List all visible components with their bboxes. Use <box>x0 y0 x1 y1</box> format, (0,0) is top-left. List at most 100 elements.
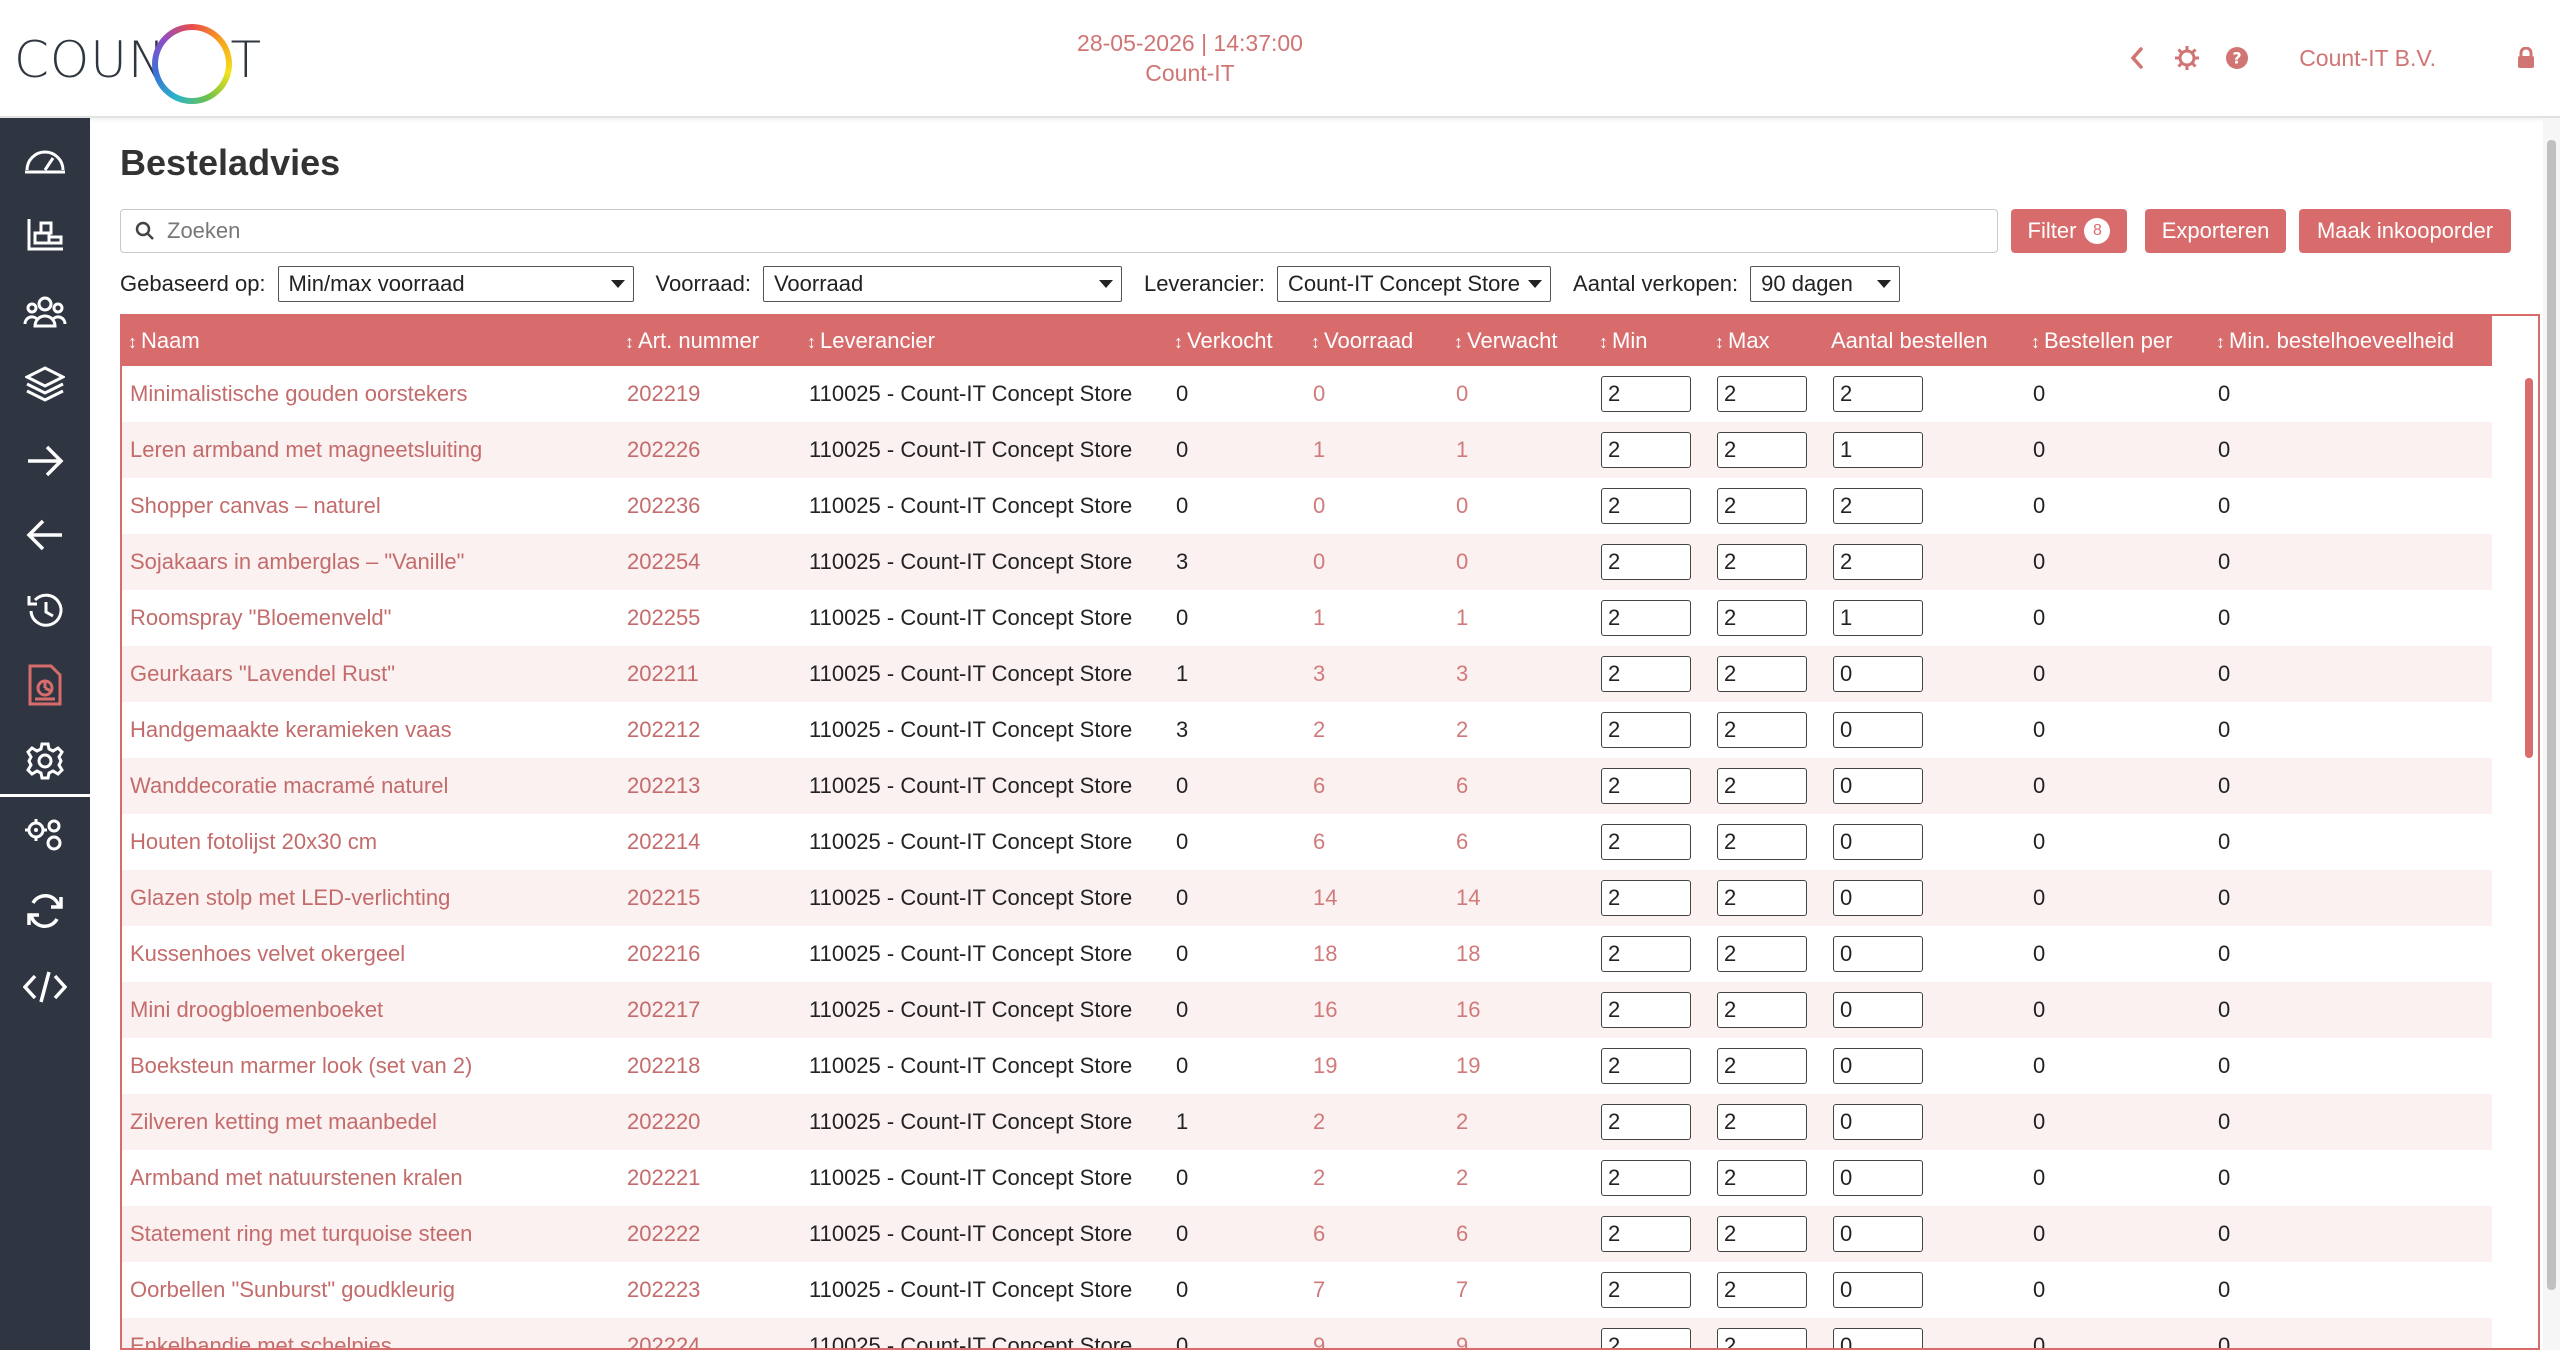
max-input[interactable]: 2 <box>1717 488 1807 524</box>
sales-period-select[interactable]: 90 dagen <box>1750 266 1901 302</box>
article-number-link[interactable]: 202218 <box>627 1053 700 1078</box>
table-row[interactable]: Sojakaars in amberglas – "Vanille" 202254… <box>122 534 2492 590</box>
column-header-order-per[interactable]: ↕ Bestellen per <box>2025 316 2210 366</box>
stock-link[interactable]: 6 <box>1313 1221 1325 1246</box>
stock-select[interactable]: Voorraad <box>762 266 1122 302</box>
product-name-link[interactable]: Handgemaakte keramieken vaas <box>130 717 452 742</box>
article-number-link[interactable]: 202214 <box>627 829 700 854</box>
order-quantity-input[interactable]: 0 <box>1833 880 1923 916</box>
expected-link[interactable]: 1 <box>1456 605 1468 630</box>
stock-link[interactable]: 9 <box>1313 1333 1325 1348</box>
min-input[interactable]: 2 <box>1601 992 1691 1028</box>
product-name-link[interactable]: Boeksteun marmer look (set van 2) <box>130 1053 472 1078</box>
article-number-link[interactable]: 202226 <box>627 437 700 462</box>
article-number-link[interactable]: 202254 <box>627 549 700 574</box>
stock-link[interactable]: 1 <box>1313 605 1325 630</box>
expected-link[interactable]: 0 <box>1456 493 1468 518</box>
table-row[interactable]: Boeksteun marmer look (set van 2) 202218 1… <box>122 1038 2492 1094</box>
table-row[interactable]: Geurkaars "Lavendel Rust" 202211 110025 - … <box>122 646 2492 702</box>
article-number-link[interactable]: 202211 <box>627 661 699 686</box>
table-scrollbar[interactable] <box>2522 368 2536 1348</box>
sidebar-item-warehouse[interactable] <box>0 198 90 272</box>
max-input[interactable]: 2 <box>1717 880 1807 916</box>
column-header-sold[interactable]: ↕ Verkocht <box>1168 316 1305 366</box>
order-quantity-input[interactable]: 0 <box>1833 1104 1923 1140</box>
max-input[interactable]: 2 <box>1717 656 1807 692</box>
product-name-link[interactable]: Statement ring met turquoise steen <box>130 1221 472 1246</box>
max-input[interactable]: 2 <box>1717 432 1807 468</box>
expected-link[interactable]: 2 <box>1456 717 1468 742</box>
stock-link[interactable]: 6 <box>1313 829 1325 854</box>
product-name-link[interactable]: Armband met natuurstenen kralen <box>130 1165 463 1190</box>
column-header-expected[interactable]: ↕ Verwacht <box>1448 316 1593 366</box>
sidebar-item-users[interactable] <box>0 274 90 348</box>
stock-link[interactable]: 16 <box>1313 997 1337 1022</box>
sidebar-item-layers[interactable] <box>0 348 90 422</box>
expected-link[interactable]: 7 <box>1456 1277 1468 1302</box>
product-name-link[interactable]: Zilveren ketting met maanbedel <box>130 1109 437 1134</box>
max-input[interactable]: 2 <box>1717 1272 1807 1308</box>
stock-link[interactable]: 1 <box>1313 437 1325 462</box>
expected-link[interactable]: 0 <box>1456 549 1468 574</box>
sidebar-item-outgoing[interactable] <box>0 498 90 572</box>
order-quantity-input[interactable]: 0 <box>1833 824 1923 860</box>
order-quantity-input[interactable]: 2 <box>1833 544 1923 580</box>
table-row[interactable]: Glazen stolp met LED-verlichting 202215 11… <box>122 870 2492 926</box>
expected-link[interactable]: 2 <box>1456 1165 1468 1190</box>
product-name-link[interactable]: Houten fotolijst 20x30 cm <box>130 829 377 854</box>
order-quantity-input[interactable]: 0 <box>1833 656 1923 692</box>
table-scrollbar-thumb[interactable] <box>2525 378 2533 758</box>
article-number-link[interactable]: 202217 <box>627 997 700 1022</box>
max-input[interactable]: 2 <box>1717 1160 1807 1196</box>
order-quantity-input[interactable]: 2 <box>1833 376 1923 412</box>
create-purchase-order-button[interactable]: Maak inkooporder <box>2299 209 2511 253</box>
min-input[interactable]: 2 <box>1601 600 1691 636</box>
article-number-link[interactable]: 202216 <box>627 941 700 966</box>
min-input[interactable]: 2 <box>1601 1048 1691 1084</box>
expected-link[interactable]: 2 <box>1456 1109 1468 1134</box>
product-name-link[interactable]: Enkelbandje met schelpjes <box>130 1333 392 1348</box>
product-name-link[interactable]: Sojakaars in amberglas – "Vanille" <box>130 549 464 574</box>
article-number-link[interactable]: 202236 <box>627 493 700 518</box>
min-input[interactable]: 2 <box>1601 488 1691 524</box>
product-name-link[interactable]: Kussenhoes velvet okergeel <box>130 941 405 966</box>
product-name-link[interactable]: Leren armband met magneetsluiting <box>130 437 482 462</box>
column-header-art-number[interactable]: ↕ Art. nummer <box>619 316 801 366</box>
column-header-stock[interactable]: ↕ Voorraad <box>1305 316 1448 366</box>
table-row[interactable]: Armband met natuurstenen kralen 202221 110… <box>122 1150 2492 1206</box>
table-row[interactable]: Shopper canvas – naturel 202236 110025 - C… <box>122 478 2492 534</box>
article-number-link[interactable]: 202220 <box>627 1109 700 1134</box>
max-input[interactable]: 2 <box>1717 992 1807 1028</box>
min-input[interactable]: 2 <box>1601 1328 1691 1348</box>
sidebar-item-reports[interactable] <box>0 648 90 722</box>
max-input[interactable]: 2 <box>1717 600 1807 636</box>
stock-link[interactable]: 0 <box>1313 493 1325 518</box>
product-name-link[interactable]: Wanddecoratie macramé naturel <box>130 773 448 798</box>
table-row[interactable]: Leren armband met magneetsluiting 202226 1… <box>122 422 2492 478</box>
max-input[interactable]: 2 <box>1717 1216 1807 1252</box>
based-on-select[interactable]: Min/max voorraad <box>277 266 634 302</box>
max-input[interactable]: 2 <box>1717 824 1807 860</box>
sidebar-item-developer[interactable] <box>0 950 90 1024</box>
expected-link[interactable]: 0 <box>1456 381 1468 406</box>
stock-link[interactable]: 6 <box>1313 773 1325 798</box>
table-row[interactable]: Oorbellen "Sunburst" goudkleurig 202223 11… <box>122 1262 2492 1318</box>
order-quantity-input[interactable]: 0 <box>1833 992 1923 1028</box>
column-header-min[interactable]: ↕ Min <box>1593 316 1709 366</box>
table-row[interactable]: Mini droogbloemenboeket 202217 110025 - Co… <box>122 982 2492 1038</box>
table-row[interactable]: Handgemaakte keramieken vaas 202212 110025… <box>122 702 2492 758</box>
column-header-name[interactable]: ↕ Naam <box>122 316 619 366</box>
product-name-link[interactable]: Shopper canvas – naturel <box>130 493 381 518</box>
expected-link[interactable]: 3 <box>1456 661 1468 686</box>
max-input[interactable]: 2 <box>1717 376 1807 412</box>
stock-link[interactable]: 0 <box>1313 549 1325 574</box>
help-icon[interactable]: ? <box>2221 42 2253 74</box>
export-button[interactable]: Exporteren <box>2145 209 2286 253</box>
back-chevron-icon[interactable] <box>2121 42 2153 74</box>
company-name[interactable]: Count-IT B.V. <box>2299 45 2436 72</box>
min-input[interactable]: 2 <box>1601 656 1691 692</box>
min-input[interactable]: 2 <box>1601 936 1691 972</box>
order-quantity-input[interactable]: 2 <box>1833 488 1923 524</box>
max-input[interactable]: 2 <box>1717 544 1807 580</box>
filter-button[interactable]: Filter 8 <box>2011 209 2127 253</box>
